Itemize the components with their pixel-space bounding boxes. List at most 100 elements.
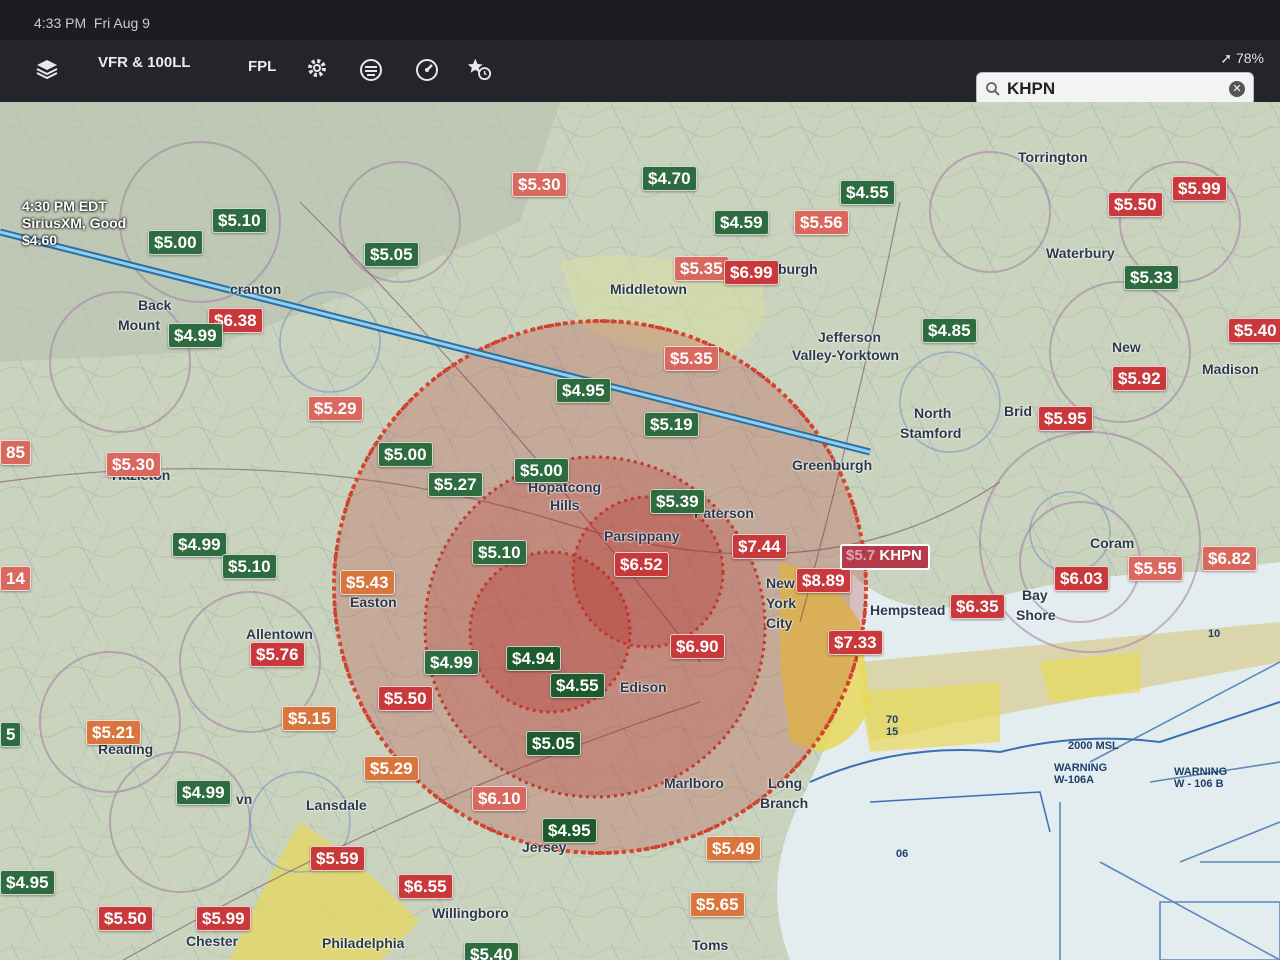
layers-icon[interactable] <box>34 56 60 82</box>
fuel-price-badge[interactable]: $5.65 <box>690 892 745 917</box>
fuel-price-badge[interactable]: $4.94 <box>506 646 561 671</box>
fuel-price-badge[interactable]: $5.50 <box>1108 192 1163 217</box>
fuel-price-badge[interactable]: $6.35 <box>950 594 1005 619</box>
fuel-price-badge[interactable]: $6.82 <box>1202 546 1257 571</box>
city-label: cranton <box>230 281 282 297</box>
destination-airport-marker[interactable]: $5.7 KHPN <box>840 544 930 570</box>
fuel-price-badge[interactable]: $5.05 <box>364 242 419 267</box>
layer-selector-button[interactable]: VFR & 100LL <box>98 54 191 71</box>
fuel-price-badge[interactable]: $5.00 <box>514 458 569 483</box>
fuel-price-badge[interactable]: $5.43 <box>340 570 395 595</box>
city-label: Valley-Yorktown <box>792 347 900 363</box>
city-label: York <box>766 595 797 611</box>
city-label: Hempstead <box>870 602 946 618</box>
city-label: Mount <box>118 317 160 333</box>
search-input[interactable] <box>1005 77 1209 101</box>
city-label: Back <box>138 297 172 313</box>
clear-search-button[interactable]: ✕ <box>1229 81 1245 97</box>
sectional-map[interactable]: 4:30 PM EDT SiriusXM, Good $4.60 Torring… <box>0 102 1280 960</box>
fuel-price-badge[interactable]: $5.30 <box>512 172 567 197</box>
fuel-price-badge[interactable]: $5.76 <box>250 642 305 667</box>
city-label: vn <box>236 791 253 807</box>
fuel-price-badge[interactable]: $5.29 <box>308 396 363 421</box>
fuel-price-badge[interactable]: $5.92 <box>1112 366 1167 391</box>
fuel-price-badge[interactable]: $5.99 <box>196 906 251 931</box>
fuel-price-badge[interactable]: $5.19 <box>644 412 699 437</box>
fuel-price-badge[interactable]: $5.56 <box>794 210 849 235</box>
airspace-note: W - 106 B <box>1174 778 1224 790</box>
city-label: City <box>766 615 793 631</box>
fuel-price-badge[interactable]: 5 <box>0 722 22 747</box>
fuel-price-badge[interactable]: $4.59 <box>714 210 769 235</box>
gear-icon[interactable] <box>304 55 330 81</box>
status-time: 4:33 PM Fri Aug 9 <box>34 15 150 31</box>
city-label: New <box>766 575 795 591</box>
city-label: Middletown <box>610 281 687 297</box>
fuel-price-badge[interactable]: $5.33 <box>1124 265 1179 290</box>
airspace-note: W-106A <box>1054 774 1095 786</box>
city-label: Greenburgh <box>792 457 873 473</box>
fuel-price-badge[interactable]: $6.55 <box>398 874 453 899</box>
fuel-price-badge[interactable]: $5.05 <box>526 731 581 756</box>
fuel-price-badge[interactable]: $5.10 <box>222 554 277 579</box>
fuel-price-badge[interactable]: $5.21 <box>86 720 141 745</box>
route-icon[interactable] <box>358 57 384 83</box>
fuel-price-badge[interactable]: $6.52 <box>614 552 669 577</box>
search-box[interactable]: ✕ <box>976 72 1254 106</box>
fuel-price-badge[interactable]: $5.50 <box>98 906 153 931</box>
fuel-price-badge[interactable]: $4.95 <box>542 818 597 843</box>
fuel-price-badge[interactable]: $5.35 <box>664 346 719 371</box>
battery-indicator: ➚ 78% <box>1220 50 1264 66</box>
fuel-price-badge[interactable]: $5.00 <box>148 230 203 255</box>
fuel-price-badge[interactable]: $5.95 <box>1038 406 1093 431</box>
city-label: Chester <box>186 933 239 949</box>
fuel-price-badge[interactable]: $6.90 <box>670 634 725 659</box>
fuel-price-badge[interactable]: $4.85 <box>922 318 977 343</box>
fuel-price-badge[interactable]: $6.03 <box>1054 566 1109 591</box>
city-label: Hills <box>550 497 580 513</box>
fpl-button[interactable]: FPL <box>248 58 276 75</box>
fuel-price-badge[interactable]: $5.35 <box>674 256 729 281</box>
fuel-price-badge[interactable]: $4.55 <box>840 180 895 205</box>
fuel-price-badge[interactable]: 14 <box>0 566 31 591</box>
fuel-price-badge[interactable]: $5.30 <box>106 452 161 477</box>
fuel-price-badge[interactable]: $5.00 <box>378 442 433 467</box>
city-label: Branch <box>760 795 809 811</box>
airspace-note: 2000 MSL <box>1068 740 1119 752</box>
city-label: Toms <box>692 937 729 953</box>
fuel-price-badge[interactable]: $4.95 <box>556 378 611 403</box>
fuel-price-badge[interactable]: $4.70 <box>642 166 697 191</box>
city-label: Waterbury <box>1046 245 1115 261</box>
fuel-price-badge[interactable]: $5.50 <box>378 686 433 711</box>
fuel-price-badge[interactable]: $8.89 <box>796 568 851 593</box>
fuel-price-badge[interactable]: $7.44 <box>732 534 787 559</box>
gauge-icon[interactable] <box>414 57 440 83</box>
fuel-price-badge[interactable]: $5.49 <box>706 836 761 861</box>
fuel-price-badge[interactable]: $4.99 <box>172 532 227 557</box>
fuel-price-badge[interactable]: $4.55 <box>550 673 605 698</box>
city-label: New <box>1112 339 1141 355</box>
fuel-price-badge[interactable]: $5.27 <box>428 472 483 497</box>
fuel-price-badge[interactable]: $5.39 <box>650 489 705 514</box>
city-label: Madison <box>1202 361 1259 377</box>
fuel-price-badge[interactable]: 85 <box>0 440 31 465</box>
city-label: Parsippany <box>604 528 680 544</box>
fuel-price-badge[interactable]: $5.40 <box>1228 318 1280 343</box>
fuel-price-badge[interactable]: $5.99 <box>1172 176 1227 201</box>
city-label: Stamford <box>900 425 962 441</box>
fuel-price-badge[interactable]: $5.40 <box>464 942 519 960</box>
favorites-icon[interactable] <box>466 56 492 82</box>
fuel-price-badge[interactable]: $7.33 <box>828 630 883 655</box>
fuel-price-badge[interactable]: $4.99 <box>176 780 231 805</box>
fuel-price-badge[interactable]: $4.95 <box>0 870 55 895</box>
fuel-price-badge[interactable]: $4.99 <box>424 650 479 675</box>
fuel-price-badge[interactable]: $6.10 <box>472 786 527 811</box>
fuel-price-badge[interactable]: $5.10 <box>472 540 527 565</box>
fuel-price-badge[interactable]: $5.55 <box>1128 556 1183 581</box>
fuel-price-badge[interactable]: $4.99 <box>168 323 223 348</box>
fuel-price-badge[interactable]: $5.59 <box>310 846 365 871</box>
fuel-price-badge[interactable]: $5.15 <box>282 706 337 731</box>
fuel-price-badge[interactable]: $5.10 <box>212 208 267 233</box>
fuel-price-badge[interactable]: $5.29 <box>364 756 419 781</box>
fuel-price-badge[interactable]: $6.99 <box>724 260 779 285</box>
